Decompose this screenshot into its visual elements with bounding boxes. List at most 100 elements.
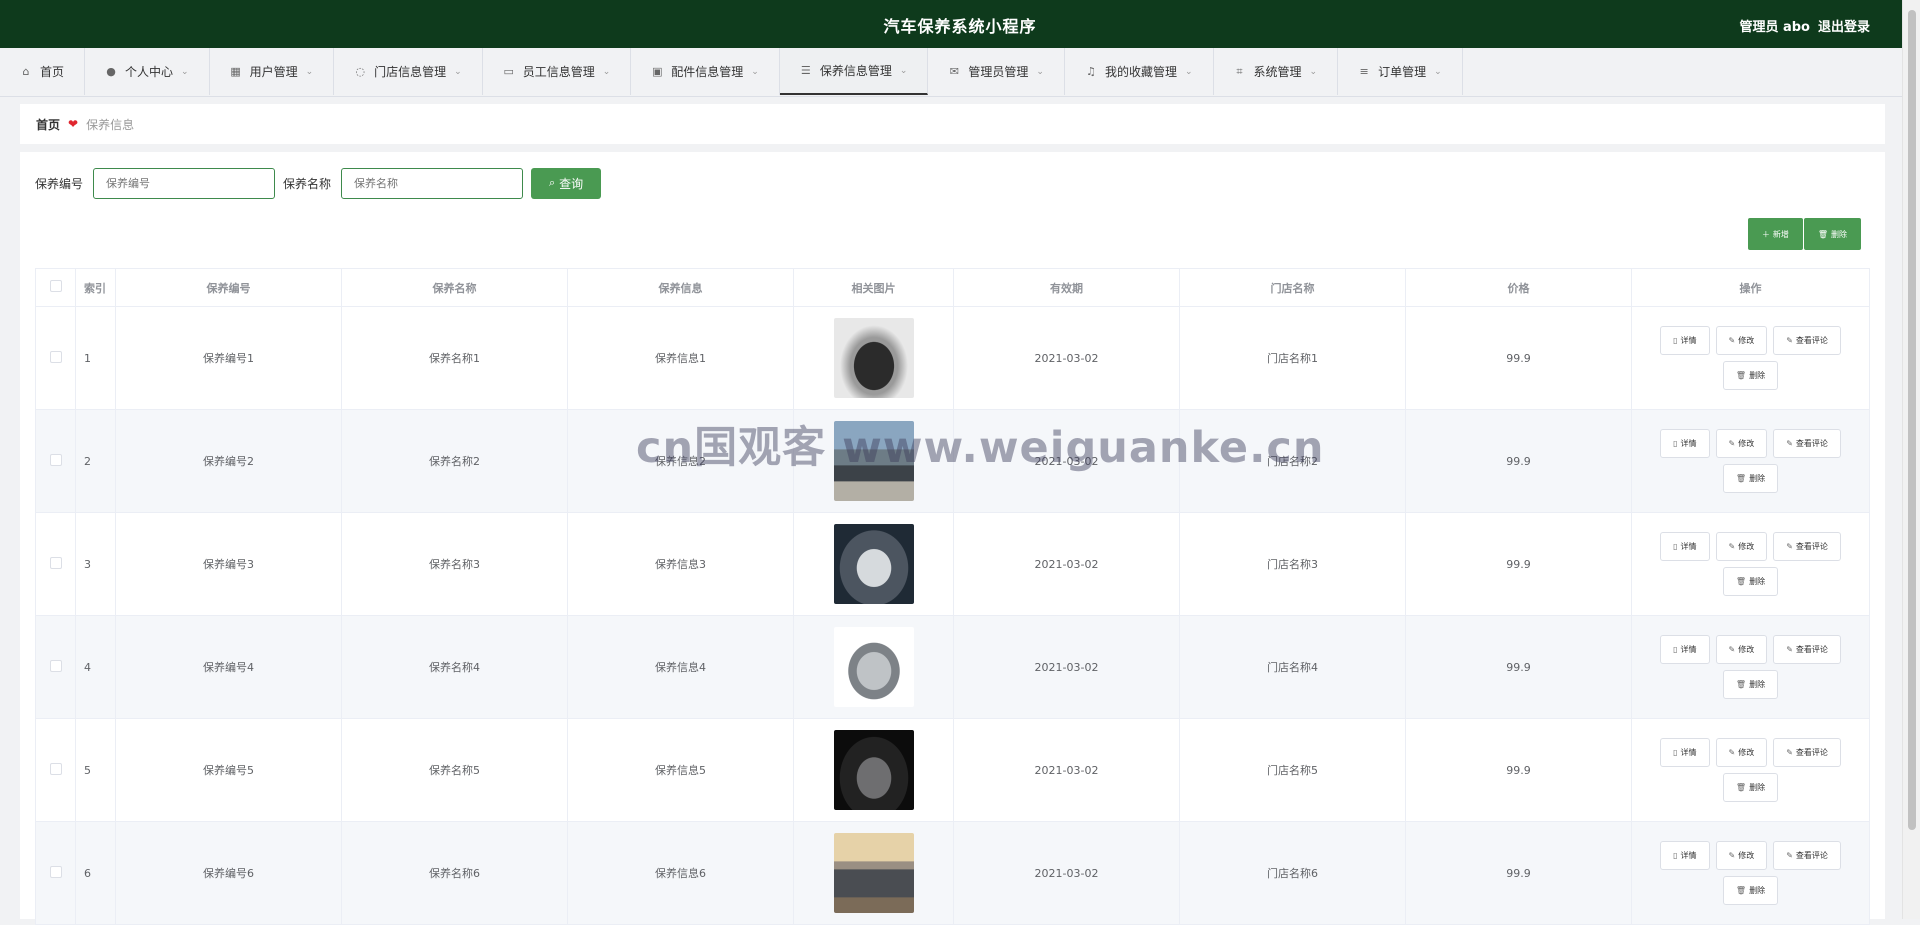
edit-button[interactable]: ✎ 修改 bbox=[1715, 635, 1768, 664]
cell-date: 2021-03-02 bbox=[953, 821, 1180, 925]
detail-button[interactable]: ▯ 详情 bbox=[1660, 841, 1710, 870]
detail-button[interactable]: ▯ 详情 bbox=[1660, 635, 1710, 664]
car-thumbnail[interactable] bbox=[833, 524, 914, 604]
cell-info: 保养信息5 bbox=[567, 718, 794, 822]
delete-button[interactable]: 🗑 删除 bbox=[1722, 876, 1779, 905]
cell-name: 保养名称4 bbox=[341, 615, 568, 719]
table-row: 3 保养编号3 保养名称3 保养信息3 2021-03-02 门店名称3 99.9 ▯ 详情 ✎ 修… bbox=[35, 512, 1870, 616]
cell-code: 保养编号4 bbox=[115, 615, 342, 719]
delete-button[interactable]: 🗑 删除 bbox=[1722, 670, 1779, 699]
menu-item-label: 首页 bbox=[40, 65, 65, 79]
edit-icon: ✎ bbox=[1786, 336, 1793, 345]
row-checkbox[interactable] bbox=[49, 762, 62, 775]
comments-button[interactable]: ✎ 查看评论 bbox=[1773, 738, 1841, 767]
row-checkbox[interactable] bbox=[49, 865, 62, 878]
app-title: 汽车保养系统小程序 bbox=[883, 17, 1037, 36]
menu-item-6[interactable]: ☰ 保养信息管理 ⌄ bbox=[779, 48, 929, 95]
detail-button[interactable]: ▯ 详情 bbox=[1660, 738, 1710, 767]
select-all-checkbox-cell bbox=[35, 268, 76, 307]
menu-item-7[interactable]: ✉ 管理员管理 ⌄ bbox=[928, 48, 1065, 95]
detail-label: 详情 bbox=[1680, 645, 1697, 654]
cell-code: 保养编号3 bbox=[115, 512, 342, 616]
menu-item-8[interactable]: ♫ 我的收藏管理 ⌄ bbox=[1065, 48, 1214, 95]
cell-image bbox=[793, 615, 954, 719]
comments-button[interactable]: ✎ 查看评论 bbox=[1773, 429, 1841, 458]
search-icon: ⌕ bbox=[548, 177, 556, 189]
breadcrumb-home[interactable]: 首页 bbox=[36, 116, 60, 133]
edit-icon: ✎ bbox=[1786, 542, 1793, 551]
chevron-down-icon: ⌄ bbox=[1184, 66, 1193, 77]
detail-label: 详情 bbox=[1680, 439, 1697, 448]
detail-button[interactable]: ▯ 详情 bbox=[1660, 429, 1710, 458]
delete-button[interactable]: 🗑 删除 bbox=[1722, 361, 1779, 390]
edit-button[interactable]: ✎ 修改 bbox=[1715, 429, 1768, 458]
comments-button[interactable]: ✎ 查看评论 bbox=[1773, 326, 1841, 355]
top-header: 汽车保养系统小程序 管理员 abo 退出登录 bbox=[0, 0, 1920, 48]
edit-icon: ✎ bbox=[1786, 439, 1793, 448]
batch-delete-button[interactable]: 🗑 删除 bbox=[1803, 218, 1861, 250]
query-button[interactable]: ⌕ 查询 bbox=[531, 168, 602, 199]
edit-button[interactable]: ✎ 修改 bbox=[1715, 532, 1768, 561]
cell-actions: ▯ 详情 ✎ 修改 ✎ 查看评论 🗑 删除 bbox=[1631, 409, 1870, 513]
car-thumbnail[interactable] bbox=[833, 421, 914, 501]
comments-button[interactable]: ✎ 查看评论 bbox=[1773, 841, 1841, 870]
comments-label: 查看评论 bbox=[1795, 645, 1828, 654]
row-checkbox[interactable] bbox=[49, 659, 62, 672]
delete-label: 删除 bbox=[1749, 474, 1766, 483]
code-search-input[interactable] bbox=[93, 168, 276, 199]
comments-button[interactable]: ✎ 查看评论 bbox=[1773, 635, 1841, 664]
cell-code: 保养编号6 bbox=[115, 821, 342, 925]
menu-item-10[interactable]: ≡ 订单管理 ⌄ bbox=[1338, 48, 1463, 95]
car-thumbnail[interactable] bbox=[833, 833, 914, 913]
car-thumbnail[interactable] bbox=[833, 318, 914, 398]
comments-label: 查看评论 bbox=[1795, 542, 1828, 551]
table-toolbar: ＋ 新增 🗑 删除 bbox=[1747, 218, 1861, 250]
menu-item-label: 订单管理 bbox=[1378, 65, 1427, 79]
comments-label: 查看评论 bbox=[1795, 851, 1828, 860]
edit-button[interactable]: ✎ 修改 bbox=[1715, 738, 1768, 767]
monitor-icon: ▭ bbox=[503, 64, 514, 78]
name-search-input[interactable] bbox=[341, 168, 524, 199]
detail-button[interactable]: ▯ 详情 bbox=[1660, 532, 1710, 561]
vertical-scrollbar[interactable] bbox=[1902, 0, 1920, 919]
current-user: 管理员 abo bbox=[1739, 20, 1810, 35]
edit-button[interactable]: ✎ 修改 bbox=[1715, 841, 1768, 870]
menu-item-2[interactable]: ▦ 用户管理 ⌄ bbox=[210, 48, 335, 95]
col-header: 操作 bbox=[1631, 268, 1870, 307]
comments-button[interactable]: ✎ 查看评论 bbox=[1773, 532, 1841, 561]
cell-index: 4 bbox=[75, 615, 116, 719]
detail-button[interactable]: ▯ 详情 bbox=[1660, 326, 1710, 355]
delete-button[interactable]: 🗑 删除 bbox=[1722, 567, 1779, 596]
chevron-down-icon: ⌄ bbox=[1309, 66, 1318, 77]
cell-price: 99.9 bbox=[1405, 306, 1632, 410]
car-thumbnail[interactable] bbox=[833, 627, 914, 707]
name-label: 保养名称 bbox=[283, 177, 332, 191]
menu-item-3[interactable]: ◌ 门店信息管理 ⌄ bbox=[334, 48, 483, 95]
row-actions: ▯ 详情 ✎ 修改 ✎ 查看评论 🗑 删除 bbox=[1651, 738, 1851, 802]
row-checkbox[interactable] bbox=[49, 556, 62, 569]
add-button[interactable]: ＋ 新增 bbox=[1747, 218, 1803, 250]
cell-info: 保养信息4 bbox=[567, 615, 794, 719]
select-all-checkbox[interactable] bbox=[49, 280, 62, 292]
edit-button[interactable]: ✎ 修改 bbox=[1715, 326, 1768, 355]
scrollbar-thumb[interactable] bbox=[1908, 10, 1916, 830]
car-thumbnail[interactable] bbox=[833, 730, 914, 810]
power-icon: ◌ bbox=[355, 64, 365, 78]
menu-item-label: 系统管理 bbox=[1253, 65, 1302, 79]
cell-index: 2 bbox=[75, 409, 116, 513]
cell-index: 1 bbox=[75, 306, 116, 410]
row-checkbox[interactable] bbox=[49, 350, 62, 363]
logout-button[interactable]: 退出登录 bbox=[1818, 16, 1870, 35]
col-header: 有效期 bbox=[953, 268, 1180, 307]
menu-item-5[interactable]: ▣ 配件信息管理 ⌄ bbox=[631, 48, 780, 95]
menu-item-label: 我的收藏管理 bbox=[1104, 65, 1177, 79]
menu-item-9[interactable]: ⌗ 系统管理 ⌄ bbox=[1214, 48, 1339, 95]
cell-date: 2021-03-02 bbox=[953, 409, 1180, 513]
menu-item-0[interactable]: ⌂ 首页 bbox=[0, 48, 86, 95]
trash-icon: 🗑 bbox=[1735, 680, 1747, 689]
delete-button[interactable]: 🗑 删除 bbox=[1722, 773, 1779, 802]
delete-button[interactable]: 🗑 删除 bbox=[1722, 464, 1779, 493]
menu-item-4[interactable]: ▭ 员工信息管理 ⌄ bbox=[483, 48, 632, 95]
row-checkbox[interactable] bbox=[49, 453, 62, 466]
menu-item-1[interactable]: ● 个人中心 ⌄ bbox=[85, 48, 210, 95]
